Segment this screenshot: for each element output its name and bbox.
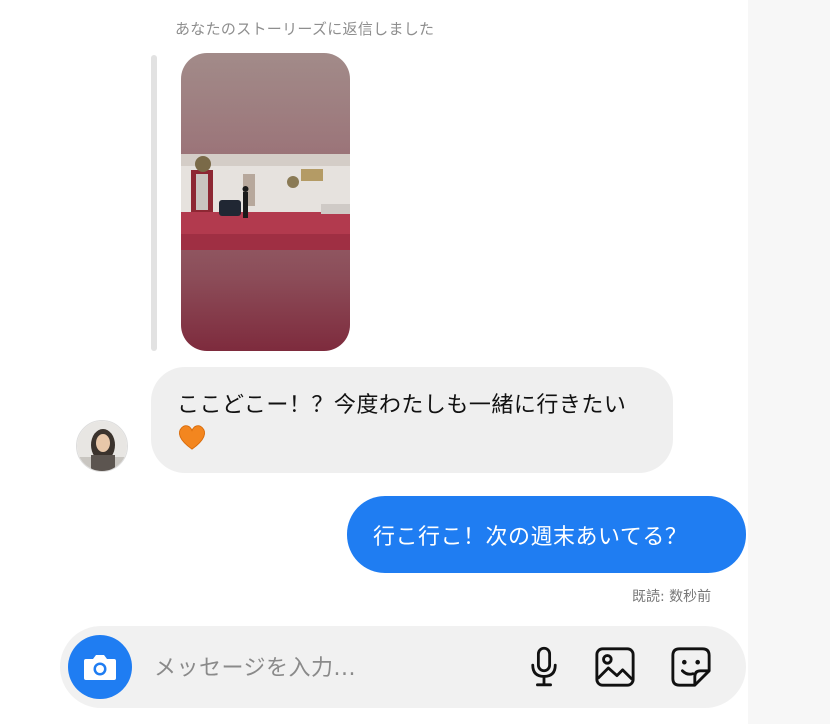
incoming-message-text: ここどこー！？今度わたしも一緒に行きたい <box>177 393 627 418</box>
read-receipt: 既読: 数秒前 <box>632 589 712 605</box>
side-panel-shade <box>748 0 830 724</box>
story-reply-note: あなたのストーリーズに返信しました <box>175 20 435 38</box>
story-preview[interactable] <box>181 53 350 351</box>
microphone-button[interactable] <box>520 643 568 691</box>
story-photo <box>181 154 350 250</box>
orange-heart-icon <box>177 423 207 462</box>
sender-avatar[interactable] <box>76 420 128 472</box>
avatar-photo <box>77 421 127 471</box>
message-composer <box>60 626 746 708</box>
camera-button[interactable] <box>68 635 132 699</box>
message-input[interactable] <box>152 648 456 688</box>
sticker-button[interactable] <box>667 643 715 691</box>
outgoing-message-text: 行こ行こ！次の週末あいてる？ <box>373 524 688 550</box>
microphone-icon <box>531 646 557 687</box>
sticker-icon <box>671 647 711 687</box>
camera-icon <box>84 655 116 680</box>
quote-bar <box>151 55 157 351</box>
outgoing-message[interactable]: 行こ行こ！次の週末あいてる？ <box>347 496 746 573</box>
gallery-button[interactable] <box>591 643 639 691</box>
incoming-message[interactable]: ここどこー！？今度わたしも一緒に行きたい <box>151 367 673 473</box>
gallery-icon <box>595 647 635 687</box>
